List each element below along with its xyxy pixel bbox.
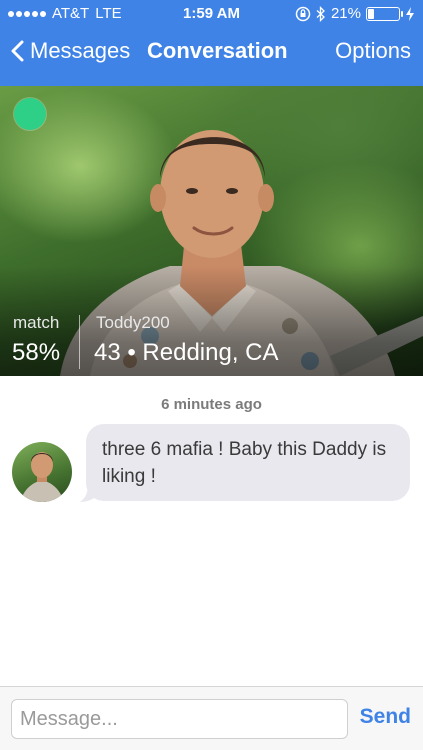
messaging-app: AT&T LTE 1:59 AM 21% Messages Conversati…: [0, 0, 423, 750]
match-percentage: 58%: [12, 339, 61, 366]
avatar[interactable]: [12, 442, 72, 502]
back-button-label: Messages: [30, 38, 131, 63]
battery-fill: [368, 9, 374, 19]
message-composer: Send: [0, 686, 423, 750]
send-button[interactable]: Send: [360, 705, 411, 729]
list-item: three 6 mafia ! Baby this Daddy is likin…: [12, 424, 412, 508]
options-button[interactable]: Options: [335, 38, 411, 64]
username: Toddy200: [96, 313, 170, 332]
avatar-image: [20, 452, 64, 502]
bluetooth-icon: [316, 6, 325, 22]
charging-bolt-icon: [406, 7, 414, 21]
status-right: 21%: [295, 0, 415, 28]
battery-percent: 21%: [330, 5, 361, 22]
rotation-lock-icon: [295, 6, 311, 22]
status-bar: AT&T LTE 1:59 AM 21%: [0, 0, 423, 28]
chevron-left-icon: [11, 40, 24, 62]
battery-icon: [366, 7, 403, 21]
message-timestamp: 6 minutes ago: [161, 396, 262, 413]
match-label: match: [13, 313, 60, 332]
page-title: Conversation: [147, 38, 288, 63]
profile-divider: [79, 315, 80, 369]
profile-header[interactable]: match 58% Toddy200 43 • Redding, CA: [0, 86, 423, 376]
message-text: three 6 mafia ! Baby this Daddy is likin…: [102, 439, 387, 487]
online-status-indicator: [14, 98, 46, 130]
top-bar: AT&T LTE 1:59 AM 21% Messages Conversati…: [0, 0, 423, 86]
back-button[interactable]: Messages: [10, 38, 130, 64]
message-input[interactable]: [11, 699, 348, 739]
age-location: 43 • Redding, CA: [94, 339, 279, 366]
nav-bar: Messages Conversation Options: [0, 28, 423, 84]
message-bubble: three 6 mafia ! Baby this Daddy is likin…: [86, 424, 410, 501]
